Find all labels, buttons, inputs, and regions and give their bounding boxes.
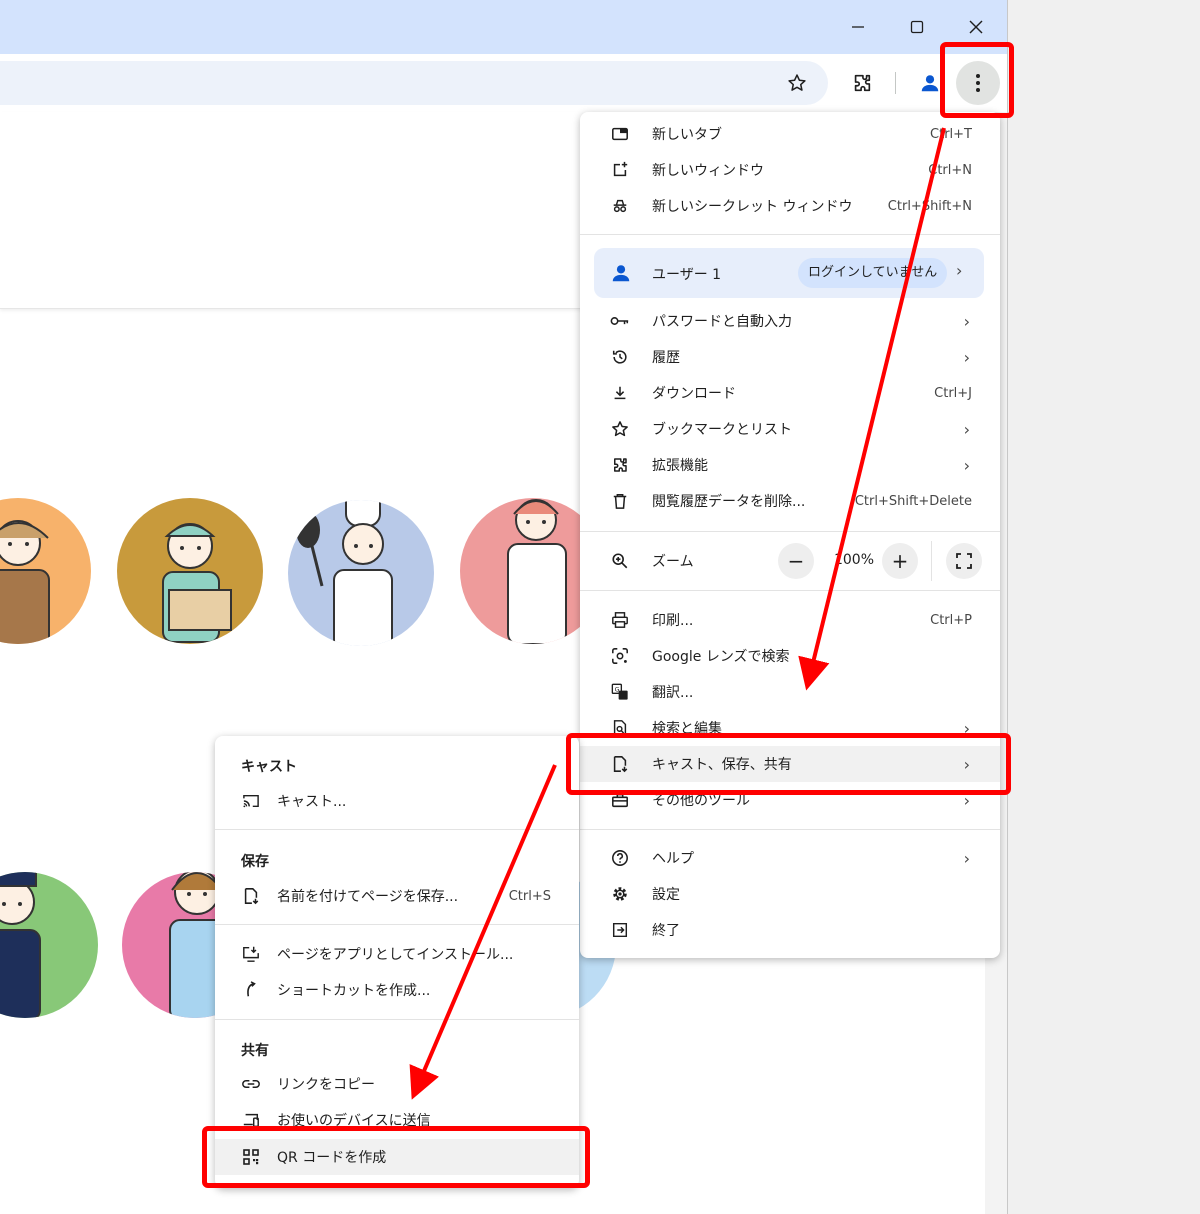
- annotation-arrow-to-qr-code: [409, 764, 557, 1100]
- annotation-arrows: [409, 127, 946, 1100]
- annotation-arrow-to-cast-save-share: [798, 127, 946, 691]
